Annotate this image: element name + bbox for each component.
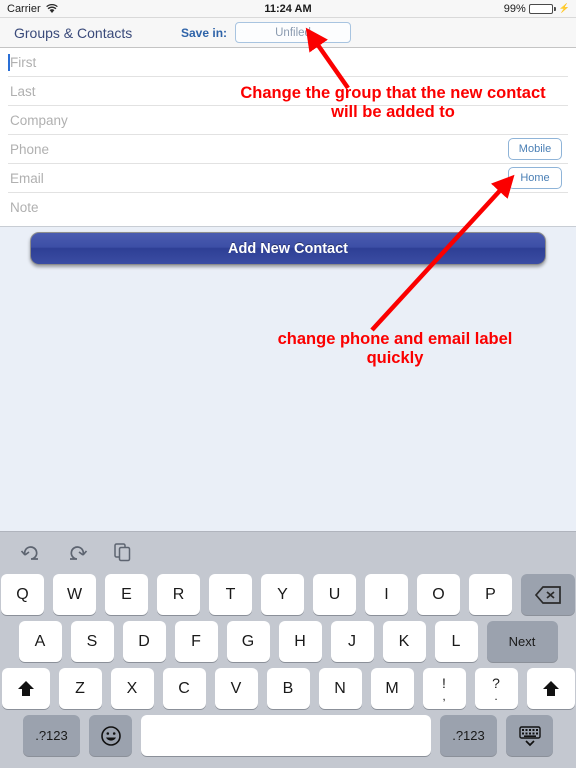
- key-e[interactable]: E: [105, 574, 148, 615]
- key-k[interactable]: K: [382, 621, 426, 662]
- key-o[interactable]: O: [417, 574, 460, 615]
- key-s[interactable]: S: [70, 621, 114, 662]
- keyboard-row-2: A S D F G H J K L Next: [0, 618, 576, 665]
- key-z[interactable]: Z: [58, 668, 102, 709]
- text-cursor: [8, 54, 10, 71]
- clock: 11:24 AM: [264, 2, 312, 15]
- add-new-contact-button[interactable]: Add New Contact: [30, 232, 546, 265]
- shift-icon-right[interactable]: [526, 668, 575, 709]
- shift-icon-left[interactable]: [1, 668, 50, 709]
- key-t[interactable]: T: [209, 574, 252, 615]
- key-u[interactable]: U: [313, 574, 356, 615]
- keyboard-row-1: Q W E R T Y U I O P: [0, 571, 576, 618]
- battery-charging-icon: [528, 3, 556, 14]
- field-first-placeholder: First: [10, 54, 37, 70]
- field-company-placeholder: Company: [10, 112, 68, 128]
- new-contact-form: First Last Company Phone Mobile Email Ho…: [0, 48, 576, 226]
- field-note[interactable]: Note: [8, 193, 568, 222]
- redo-icon[interactable]: [64, 540, 90, 564]
- key-h[interactable]: H: [278, 621, 322, 662]
- copy-paste-icon[interactable]: [110, 540, 136, 564]
- key-numbers-left[interactable]: .?123: [23, 715, 80, 756]
- key-i[interactable]: I: [365, 574, 408, 615]
- navigation-bar: Groups & Contacts Save in: Unfiled: [0, 18, 576, 48]
- ios-screen: Carrier 11:24 AM 99% ⚡ Groups & Contacts…: [0, 0, 576, 768]
- key-j[interactable]: J: [330, 621, 374, 662]
- key-b[interactable]: B: [266, 668, 310, 709]
- key-l[interactable]: L: [434, 621, 478, 662]
- field-last-placeholder: Last: [10, 83, 36, 99]
- key-n[interactable]: N: [318, 668, 362, 709]
- key-question-period[interactable]: ? .: [474, 668, 518, 709]
- key-exclamation-label: !: [442, 674, 446, 691]
- key-g[interactable]: G: [226, 621, 270, 662]
- key-q[interactable]: Q: [1, 574, 44, 615]
- email-label-button[interactable]: Home: [508, 167, 562, 189]
- backspace-icon[interactable]: [521, 574, 575, 615]
- status-bar-right: 99% ⚡: [504, 3, 570, 15]
- phone-label-button[interactable]: Mobile: [508, 138, 562, 160]
- save-in-label: Save in:: [181, 25, 228, 40]
- key-exclamation-comma[interactable]: ! ,: [422, 668, 466, 709]
- add-new-contact-wrap: Add New Contact: [30, 232, 546, 265]
- battery-percent: 99%: [503, 2, 526, 15]
- key-period-label: .: [494, 688, 498, 703]
- key-a[interactable]: A: [18, 621, 62, 662]
- key-v[interactable]: V: [214, 668, 258, 709]
- group-select-button[interactable]: Unfiled: [235, 22, 352, 43]
- key-w[interactable]: W: [53, 574, 96, 615]
- field-note-placeholder: Note: [10, 200, 39, 215]
- page-title: Groups & Contacts: [14, 24, 133, 41]
- charging-bolt-icon: ⚡: [558, 3, 570, 13]
- keyboard-row-3: Z X C V B N M ! , ? .: [0, 665, 576, 712]
- key-c[interactable]: C: [162, 668, 206, 709]
- field-phone[interactable]: Phone Mobile: [8, 135, 568, 164]
- key-f[interactable]: F: [174, 621, 218, 662]
- save-in-control: Save in: Unfiled: [181, 22, 352, 43]
- on-screen-keyboard: Q W E R T Y U I O P A S D F G H J K L Ne…: [0, 531, 576, 768]
- key-p[interactable]: P: [469, 574, 512, 615]
- form-bottom-divider: [0, 226, 576, 227]
- hide-keyboard-icon[interactable]: [506, 715, 553, 756]
- key-r[interactable]: R: [157, 574, 200, 615]
- field-email-placeholder: Email: [10, 170, 44, 186]
- field-email[interactable]: Email Home: [8, 164, 568, 193]
- key-numbers-right[interactable]: .?123: [440, 715, 497, 756]
- keyboard-toolbar: [0, 532, 576, 571]
- undo-icon[interactable]: [18, 540, 44, 564]
- annotation-group-note: Change the group that the new contact wi…: [240, 84, 546, 122]
- key-next[interactable]: Next: [486, 621, 558, 662]
- key-d[interactable]: D: [122, 621, 166, 662]
- keyboard-row-4: .?123 .?123: [0, 712, 576, 759]
- key-comma-label: ,: [442, 688, 446, 703]
- annotation-label-note: change phone and email label quickly: [277, 330, 513, 368]
- status-bar: Carrier 11:24 AM 99% ⚡: [0, 0, 576, 18]
- field-phone-placeholder: Phone: [10, 141, 50, 157]
- key-space[interactable]: [141, 715, 431, 756]
- key-question-label: ?: [492, 674, 500, 691]
- key-x[interactable]: X: [110, 668, 154, 709]
- emoji-icon[interactable]: [89, 715, 132, 756]
- field-first[interactable]: First: [8, 48, 568, 77]
- key-y[interactable]: Y: [261, 574, 304, 615]
- key-m[interactable]: M: [370, 668, 414, 709]
